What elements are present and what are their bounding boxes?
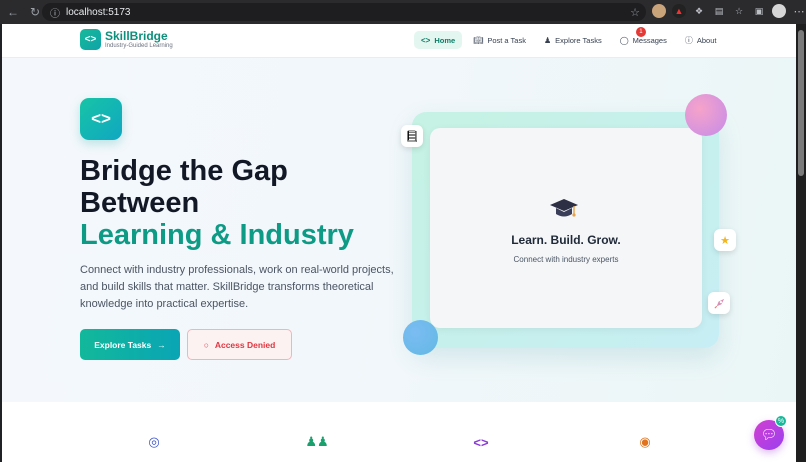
brand-name[interactable]: SkillBridge	[105, 29, 168, 43]
extension-icon[interactable]: ▲	[672, 4, 686, 18]
showcase-title: Learn. Build. Grow.	[511, 233, 621, 247]
books-icon: 📘︎	[401, 125, 423, 147]
url-text: localhost:5173	[66, 6, 131, 18]
features-section: ◎ ♟♟ <> ◉	[2, 402, 796, 462]
chat-status-badge: %	[775, 415, 787, 427]
book-icon: 📖︎	[473, 35, 484, 45]
chat-icon: 💬︎	[760, 427, 778, 442]
showcase-card	[430, 128, 702, 328]
page-scrollbar[interactable]	[796, 24, 806, 462]
sidebar-icon[interactable]: ▤	[712, 4, 726, 18]
code-brackets-icon[interactable]: <>	[80, 29, 101, 50]
info-icon: ⓘ	[684, 35, 693, 45]
button-label: Access Denied	[214, 339, 276, 350]
profile-avatar[interactable]	[772, 4, 786, 18]
favorites-icon[interactable]: ☆	[732, 4, 746, 18]
lightbulb-icon: ○	[203, 339, 209, 350]
page: <> SkillBridge Industry-Guided Learning …	[2, 24, 796, 462]
button-label: Explore Tasks	[94, 339, 152, 350]
hero-title-accent: Learning & Industry	[80, 219, 354, 251]
nav-about[interactable]: ⓘ About	[678, 31, 724, 49]
code-brackets-icon: <>	[421, 35, 431, 45]
explore-tasks-button[interactable]: Explore Tasks →	[80, 329, 180, 360]
address-bar[interactable]: ⓘ localhost:5173 ☆	[42, 3, 646, 21]
chat-icon: ◯	[619, 35, 629, 45]
nav-explore-tasks[interactable]: ♟ Explore Tasks	[537, 31, 609, 49]
access-denied-button[interactable]: ○ Access Denied	[187, 329, 292, 360]
users-icon: ♟	[543, 35, 552, 45]
main-nav: <> Home 📖︎ Post a Task ♟ Explore Tasks ◯…	[414, 27, 724, 49]
target-icon: ◎	[148, 434, 160, 449]
messages-badge: 1	[635, 27, 646, 37]
nav-home[interactable]: <> Home	[414, 31, 463, 49]
hero-title-line1: Bridge the Gap	[80, 155, 288, 187]
code-brackets-icon: <>	[473, 434, 489, 450]
nav-label: Messages	[632, 35, 667, 45]
arrow-right-icon: →	[157, 339, 166, 350]
collections-icon[interactable]: ▣	[752, 4, 766, 18]
award-icon: ◉	[639, 434, 651, 449]
users-icon: ♟♟	[305, 434, 329, 449]
extension-icon[interactable]	[652, 4, 666, 18]
decorative-orb	[403, 320, 438, 355]
hero-title-line2: Between	[80, 187, 200, 219]
site-info-icon[interactable]: ⓘ	[50, 5, 62, 20]
nav-post-task[interactable]: 📖︎ Post a Task	[466, 31, 533, 49]
back-icon[interactable]: ←	[4, 3, 22, 21]
brand-tagline: Industry-Guided Learning	[105, 43, 173, 49]
extension-icon[interactable]: ❖	[692, 4, 706, 18]
nav-label: Explore Tasks	[555, 35, 602, 45]
nav-messages[interactable]: ◯ Messages 1	[613, 27, 674, 49]
bookmark-star-icon[interactable]: ☆	[630, 6, 640, 19]
graduation-cap-icon	[550, 199, 578, 217]
hero-title: Bridge the Gap Between Learning & Indust…	[80, 155, 440, 251]
rocket-icon-graphic	[713, 298, 724, 309]
decorative-orb	[685, 94, 727, 136]
scrollbar-thumb[interactable]	[798, 30, 804, 176]
extensions-area: ▲ ❖ ▤ ☆ ▣ ⋯	[652, 4, 806, 18]
nav-label: Post a Task	[487, 35, 526, 45]
nav-label: About	[696, 35, 717, 45]
hero-description: Connect with industry professionals, wor…	[80, 264, 394, 310]
more-menu-icon[interactable]: ⋯	[792, 4, 806, 18]
rocket-icon	[708, 292, 730, 314]
code-brackets-icon: <>	[80, 98, 122, 140]
nav-label: Home	[434, 35, 456, 45]
star-icon: ★	[714, 229, 736, 251]
browser-toolbar: ← ↻ ⓘ localhost:5173 ☆ ▲ ❖ ▤ ☆ ▣ ⋯	[0, 0, 806, 24]
showcase-subtitle: Connect with industry experts	[513, 255, 619, 264]
site-header: <> SkillBridge Industry-Guided Learning …	[2, 24, 796, 58]
